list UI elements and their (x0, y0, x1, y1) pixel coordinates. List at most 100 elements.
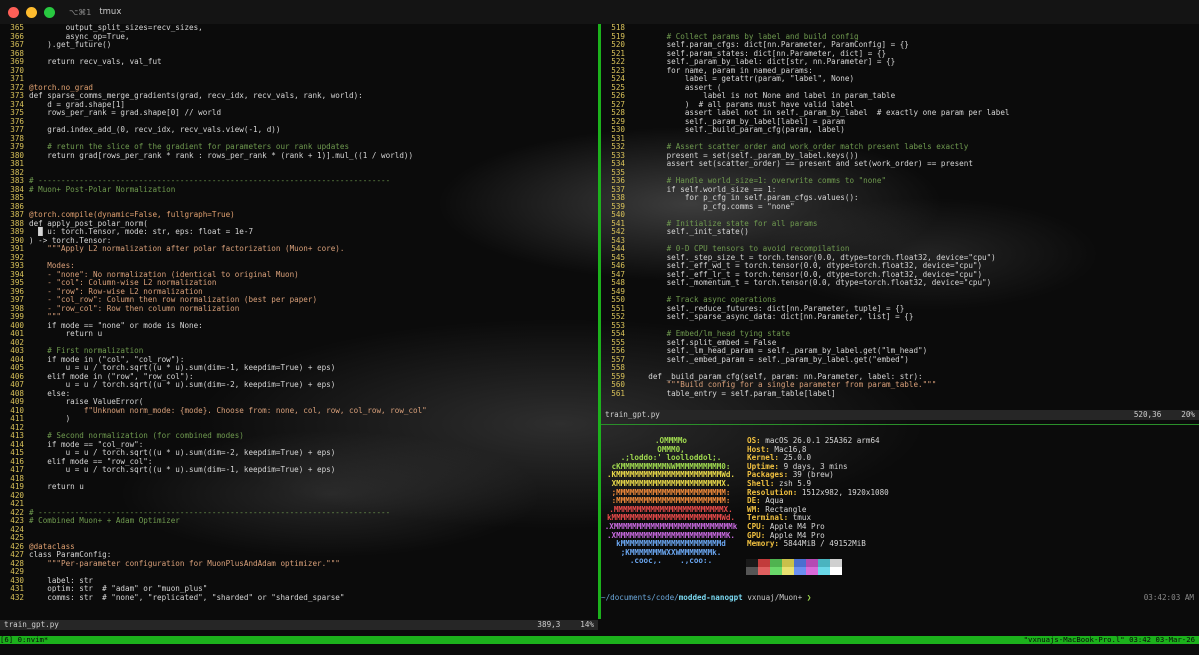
code-line[interactable]: 370 (0, 66, 598, 76)
code-line[interactable]: 548 self._momentum_t = torch.tensor(0.0,… (601, 278, 1199, 288)
window-title: tmux (99, 7, 122, 17)
logo-line: .cooc,. .,coo:. (629, 556, 713, 566)
prompt-branch: vxnuaj/Muon+ (742, 593, 807, 602)
code-text: ).get_future() (29, 40, 112, 49)
code-text: assert set(scatter_order) == present and… (630, 159, 973, 168)
code-line[interactable]: 377 grad.index_add_(0, recv_idx, recv_va… (0, 125, 598, 135)
color-swatch (782, 559, 794, 567)
zoom-window-button[interactable] (44, 6, 55, 18)
color-swatch (746, 559, 758, 567)
color-swatch (806, 567, 818, 575)
info-row: Memory: 5844MiB / 49152MiB (747, 539, 889, 549)
code-line[interactable]: 367 ).get_future() (0, 40, 598, 50)
statusline-filename: train_gpt.py (605, 410, 660, 419)
prompt-repo: modded-nanogpt (678, 593, 743, 602)
code-line[interactable]: 385 (0, 193, 598, 203)
tmux-status-bar: [6] 0:nvim* "vxnuajs-MacBook-Pro.l" 03:4… (0, 636, 1199, 644)
right-editor-pane[interactable]: 518 519 # Collect params by label and bui… (601, 24, 1199, 409)
minimize-window-button[interactable] (26, 6, 37, 18)
line-number: 561 (611, 388, 625, 398)
code-line[interactable]: 407 u = u / torch.sqrt((u * u).sum(dim=-… (0, 380, 598, 390)
code-text: """Apply L2 normalization after polar fa… (29, 244, 345, 253)
statusline-scroll-percent: 20% (1181, 410, 1195, 419)
code-text: return u (29, 482, 84, 491)
code-text: p_cfg.comms = "none" (630, 201, 795, 211)
color-swatch (746, 567, 758, 575)
shell-prompt[interactable]: ~/documents/code/modded-nanogpt vxnuaj/M… (601, 593, 1199, 603)
code-line[interactable]: 530 self._build_param_cfg(param, label) (601, 125, 1199, 135)
color-swatch (782, 567, 794, 575)
code-line[interactable]: 552 self._sparse_async_data: dict[nn.Par… (601, 312, 1199, 322)
code-line[interactable]: 375 rows_per_rank = grad.shape[0] // wor… (0, 108, 598, 118)
code-line[interactable]: 418 (0, 474, 598, 484)
color-swatch (818, 567, 830, 575)
tmux-window-list[interactable]: [6] 0:nvim* (0, 636, 48, 644)
code-text: """Per-parameter configuration for MuonP… (29, 558, 340, 568)
code-line[interactable]: 419 return u (0, 482, 598, 492)
left-editor-statusline: train_gpt.py 389,3 14% (0, 620, 598, 630)
neofetch-apple-logo: .OMMMMo OMMM0, .;loddo:' loolloddol;. cKMMM… (601, 436, 741, 566)
code-line[interactable]: 428 """Per-parameter configuration for M… (0, 558, 598, 569)
code-text: u = u / torch.sqrt((u * u).sum(dim=-1, k… (29, 465, 336, 474)
code-text: return recv_vals, val_fut (29, 57, 162, 66)
window-titlebar: ⌥⌘1 tmux (0, 0, 1199, 24)
code-line[interactable]: 381 (0, 159, 598, 169)
code-text: # Muon+ Post-Polar Normalization (29, 184, 176, 194)
code-line[interactable]: 392 (0, 253, 598, 263)
code-line[interactable]: 401 return u (0, 329, 598, 339)
code-line[interactable]: 369 return recv_vals, val_fut (0, 57, 598, 67)
close-window-button[interactable] (8, 6, 19, 18)
code-text: self._sparse_async_data: dict[nn.Paramet… (630, 312, 914, 321)
info-value: 5844MiB / 49152MiB (779, 539, 866, 549)
code-line[interactable]: 380 return grad[rows_per_rank * rank : r… (0, 151, 598, 161)
color-swatch (830, 567, 842, 575)
statusline-filename: train_gpt.py (4, 620, 59, 629)
code-line[interactable]: 420 (0, 491, 598, 501)
code-text: # Combined Muon+ + Adam Optimizer (29, 516, 180, 525)
code-line[interactable]: 425 (0, 533, 598, 543)
code-line[interactable]: 411 ) (0, 414, 598, 424)
color-swatch (770, 559, 782, 567)
right-editor-statusline: train_gpt.py 520,36 20% (601, 410, 1199, 420)
prompt-arrow-icon: ❯ (806, 593, 812, 602)
code-line[interactable]: 384 # Muon+ Post-Polar Normalization (0, 184, 598, 195)
code-line[interactable]: 557 self._embed_param = self._param_by_l… (601, 355, 1199, 365)
code-line[interactable]: 542 self._init_state() (601, 227, 1199, 237)
code-line[interactable]: 539 p_cfg.comms = "none" (601, 201, 1199, 212)
tmux-host-clock: "vxnuajs-MacBook-Pro.l" 03:42 03-Mar-26 (1023, 635, 1195, 644)
color-swatch (770, 567, 782, 575)
info-value: 1512x982, 1920x1080 (797, 487, 889, 497)
window-shortcut: ⌥⌘1 (69, 7, 92, 17)
code-text: self._build_param_cfg(param, label) (630, 125, 845, 134)
color-swatch (806, 559, 818, 567)
color-swatch (794, 559, 806, 567)
statusline-cursor-position: 389,3 (537, 620, 561, 629)
info-key: Memory: (747, 539, 780, 549)
code-line[interactable]: 561 table_entry = self.param_table[label… (601, 388, 1199, 399)
color-swatch (818, 559, 830, 567)
code-line[interactable]: 424 (0, 525, 598, 535)
code-line[interactable]: 432 comms: str # "none", "replicated", "… (0, 592, 598, 603)
left-editor-pane[interactable]: 365 output_split_sizes=recv_sizes, 366 as… (0, 24, 598, 619)
code-text: u = u / torch.sqrt((u * u).sum(dim=-2, k… (29, 380, 336, 389)
code-text: return u (29, 329, 103, 338)
prompt-time: 03:42:03 AM (1143, 593, 1194, 602)
prompt-path: ~/documents/code/ (601, 593, 679, 602)
color-swatch (830, 559, 842, 567)
color-swatch (758, 559, 770, 567)
color-swatch (794, 567, 806, 575)
code-text: grad.index_add_(0, recv_idx, recv_vals.v… (29, 125, 281, 134)
line-number: 432 (10, 592, 24, 602)
code-text: comms: str # "none", "replicated", "shar… (29, 592, 345, 602)
shell-pane[interactable]: .OMMMMo OMMM0, .;loddo:' loolloddol;. cKMMM… (601, 433, 1199, 608)
code-line[interactable]: 410 f"Unknown norm_mode: {mode}. Choose … (0, 405, 598, 416)
code-text: table_entry = self.param_table[label] (630, 388, 836, 398)
code-line[interactable]: 423 # Combined Muon+ + Adam Optimizer (0, 516, 598, 526)
code-line[interactable]: 398 - "row_col": Row then column normali… (0, 304, 598, 314)
code-text: f"Unknown norm_mode: {mode}. Choose from… (29, 405, 427, 415)
pane-divider-horizontal[interactable] (601, 424, 1199, 425)
code-line[interactable]: 534 assert set(scatter_order) == present… (601, 159, 1199, 169)
code-line[interactable]: 417 u = u / torch.sqrt((u * u).sum(dim=-… (0, 465, 598, 475)
code-text: self._momentum_t = torch.tensor(0.0, dty… (630, 278, 992, 287)
code-line[interactable]: 391 """Apply L2 normalization after pola… (0, 244, 598, 254)
